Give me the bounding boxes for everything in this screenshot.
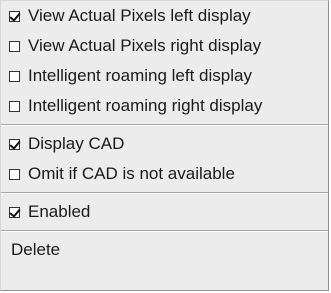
menu-item-intelligent-roaming-left[interactable]: Intelligent roaming left display (1, 61, 328, 91)
menu-item-view-actual-pixels-left[interactable]: View Actual Pixels left display (1, 1, 328, 31)
menu-item-view-actual-pixels-right[interactable]: View Actual Pixels right display (1, 31, 328, 61)
menu-item-omit-if-cad-not-available[interactable]: Omit if CAD is not available (1, 159, 328, 189)
context-menu: View Actual Pixels left display View Act… (0, 0, 329, 291)
checkbox-unchecked-icon[interactable] (9, 40, 20, 52)
menu-item-label: Omit if CAD is not available (28, 164, 235, 183)
checkbox-unchecked-icon[interactable] (9, 100, 20, 112)
menu-item-label: Enabled (28, 202, 91, 221)
menu-separator (1, 230, 328, 232)
checkbox-checked-icon[interactable] (9, 206, 20, 218)
menu-item-label: View Actual Pixels left display (28, 6, 251, 25)
menu-item-label: View Actual Pixels right display (28, 36, 262, 55)
checkbox-checked-icon[interactable] (9, 138, 20, 150)
checkbox-checked-icon[interactable] (9, 10, 20, 22)
menu-separator (1, 124, 328, 126)
menu-item-label: Intelligent roaming left display (28, 66, 252, 85)
menu-item-delete[interactable]: Delete (1, 235, 328, 265)
menu-item-label: Delete (11, 240, 61, 259)
menu-item-enabled[interactable]: Enabled (1, 197, 328, 227)
menu-item-label: Display CAD (28, 134, 125, 153)
checkbox-unchecked-icon[interactable] (9, 70, 20, 82)
menu-separator (1, 192, 328, 194)
menu-item-label: Intelligent roaming right display (28, 96, 263, 115)
checkbox-unchecked-icon[interactable] (9, 168, 20, 180)
menu-item-intelligent-roaming-right[interactable]: Intelligent roaming right display (1, 91, 328, 121)
menu-item-display-cad[interactable]: Display CAD (1, 129, 328, 159)
